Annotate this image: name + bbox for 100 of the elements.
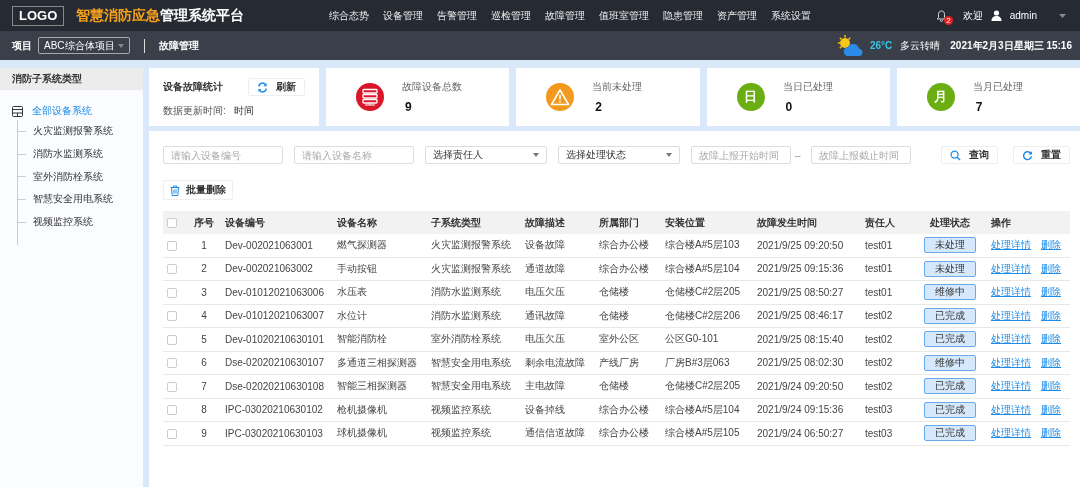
nav-item[interactable]: 故障管理 bbox=[538, 8, 593, 23]
row-checkbox[interactable] bbox=[167, 264, 177, 275]
nav-item[interactable]: 隐患管理 bbox=[656, 8, 711, 23]
details-link[interactable]: 处理详情 bbox=[991, 309, 1031, 321]
delete-link[interactable]: 删除 bbox=[1041, 380, 1061, 392]
page-title: 故障管理 bbox=[159, 38, 199, 53]
table-cell: 2021/9/25 09:20:50 bbox=[757, 239, 844, 251]
delete-link[interactable]: 删除 bbox=[1041, 333, 1061, 345]
delete-link[interactable]: 删除 bbox=[1041, 262, 1061, 274]
table-cell: 手动按钮 bbox=[337, 262, 377, 274]
table-cell: 消防水监测系统 bbox=[431, 309, 501, 321]
delete-link[interactable]: 删除 bbox=[1041, 286, 1061, 298]
reset-button[interactable]: 重置 bbox=[1013, 146, 1070, 164]
table-cell: 仓储楼C#2层205 bbox=[665, 286, 741, 298]
table-cell: IPC-03020210630102 bbox=[225, 404, 323, 416]
column-header: 序号 bbox=[194, 216, 214, 228]
table-cell: test01 bbox=[865, 263, 893, 275]
delete-link[interactable]: 删除 bbox=[1041, 403, 1061, 415]
select-all-checkbox[interactable] bbox=[167, 218, 177, 229]
weather-text: 多云转晴 bbox=[900, 38, 941, 53]
table-cell: test01 bbox=[865, 239, 893, 251]
table-cell: 仓储楼C#2层205 bbox=[665, 380, 741, 392]
details-link[interactable]: 处理详情 bbox=[991, 239, 1031, 251]
table-cell: 2021/9/24 06:50:27 bbox=[757, 427, 844, 439]
column-header: 操作 bbox=[991, 216, 1011, 228]
table-cell: 1 bbox=[201, 239, 207, 251]
row-checkbox[interactable] bbox=[167, 358, 177, 369]
row-checkbox[interactable] bbox=[167, 405, 177, 416]
details-link[interactable]: 处理详情 bbox=[991, 286, 1031, 298]
status-tag: 已完成 bbox=[924, 378, 976, 395]
row-checkbox[interactable] bbox=[167, 381, 177, 392]
reset-icon bbox=[1022, 149, 1033, 161]
table-cell: 综合办公楼 bbox=[599, 262, 649, 274]
tree-item[interactable]: 消防水监测系统 bbox=[33, 147, 103, 162]
table-cell: test02 bbox=[865, 333, 893, 345]
caret-icon[interactable] bbox=[118, 43, 124, 48]
row-checkbox[interactable] bbox=[167, 287, 177, 298]
delete-link[interactable]: 删除 bbox=[1041, 309, 1061, 321]
caret-icon[interactable] bbox=[666, 153, 672, 157]
user-menu[interactable]: admin bbox=[1009, 10, 1037, 21]
nav-item[interactable]: 值班室管理 bbox=[592, 8, 657, 23]
table-cell: 仓储楼 bbox=[599, 380, 629, 392]
nav-item[interactable]: 综合态势 bbox=[322, 8, 377, 23]
stat-label: 当月已处理 bbox=[972, 80, 1023, 94]
device-name-field[interactable]: 请输入设备名称 bbox=[294, 146, 414, 164]
end-time-field[interactable]: 故障上报截止时间 bbox=[810, 146, 911, 164]
stat-value: 2 bbox=[595, 100, 603, 114]
tree-item[interactable]: 视频监控系统 bbox=[33, 215, 93, 230]
table-cell: 设备故障 bbox=[525, 239, 565, 251]
nav-item[interactable]: 设备管理 bbox=[376, 8, 431, 23]
update-time-value: 时间 bbox=[233, 104, 254, 118]
project-select[interactable]: ABC综合体项目 bbox=[38, 37, 130, 54]
row-checkbox[interactable] bbox=[167, 311, 177, 322]
caret-icon[interactable] bbox=[533, 153, 539, 157]
status-tag: 未处理 bbox=[924, 237, 976, 254]
delete-link[interactable]: 删除 bbox=[1041, 356, 1061, 368]
delete-link[interactable]: 删除 bbox=[1041, 239, 1061, 251]
details-link[interactable]: 处理详情 bbox=[991, 403, 1031, 415]
stat-value: 0 bbox=[785, 100, 794, 114]
row-checkbox[interactable] bbox=[167, 334, 177, 345]
tree-item[interactable]: 室外消防栓系统 bbox=[33, 169, 103, 184]
details-link[interactable]: 处理详情 bbox=[991, 262, 1031, 274]
tree-item[interactable]: 智慧安全用电系统 bbox=[33, 192, 113, 207]
status-tag: 未处理 bbox=[924, 260, 976, 277]
details-link[interactable]: 处理详情 bbox=[991, 333, 1031, 345]
refresh-button[interactable]: 刷新 bbox=[248, 78, 305, 96]
notification-badge: 2 bbox=[944, 15, 953, 25]
table-cell: 剩余电流故障 bbox=[525, 356, 585, 368]
delete-link[interactable]: 删除 bbox=[1041, 427, 1061, 439]
table-cell: 综合楼A#5层105 bbox=[665, 427, 740, 439]
status-select[interactable]: 选择处理状态 bbox=[558, 146, 680, 164]
tree-item[interactable]: 全部设备系统 bbox=[32, 104, 92, 118]
batch-delete-button[interactable]: 批量删除 bbox=[163, 180, 233, 200]
table-cell: 通讯故障 bbox=[525, 309, 565, 321]
row-checkbox[interactable] bbox=[167, 240, 177, 251]
details-link[interactable]: 处理详情 bbox=[991, 380, 1031, 392]
table-icon bbox=[12, 105, 23, 117]
start-time-field[interactable]: 故障上报开始时间 bbox=[691, 146, 791, 164]
project-label: 项目 bbox=[12, 38, 32, 53]
column-header: 所属部门 bbox=[599, 216, 639, 228]
caret-icon[interactable] bbox=[1059, 13, 1066, 18]
table-cell: 枪机摄像机 bbox=[337, 403, 387, 415]
nav-item[interactable]: 告警管理 bbox=[430, 8, 485, 23]
table-cell: 室外消防栓系统 bbox=[431, 333, 501, 345]
trash-icon bbox=[170, 184, 180, 196]
table-cell: 主电故障 bbox=[525, 380, 565, 392]
summary-title: 设备故障统计 bbox=[163, 80, 223, 94]
tree-item[interactable]: 火灾监测报警系统 bbox=[33, 124, 113, 139]
nav-item[interactable]: 资产管理 bbox=[710, 8, 765, 23]
notification-bell-icon[interactable] bbox=[935, 9, 947, 22]
search-button[interactable]: 查询 bbox=[941, 146, 998, 164]
row-checkbox[interactable] bbox=[167, 428, 177, 439]
device-code-field[interactable]: 请输入设备编号 bbox=[163, 146, 283, 164]
details-link[interactable]: 处理详情 bbox=[991, 356, 1031, 368]
details-link[interactable]: 处理详情 bbox=[991, 427, 1031, 439]
column-header: 子系统类型 bbox=[431, 216, 481, 228]
owner-select[interactable]: 选择责任人 bbox=[425, 146, 547, 164]
table-cell: 室外公区 bbox=[599, 333, 639, 345]
nav-item[interactable]: 系统设置 bbox=[764, 8, 819, 23]
nav-item[interactable]: 巡检管理 bbox=[484, 8, 539, 23]
